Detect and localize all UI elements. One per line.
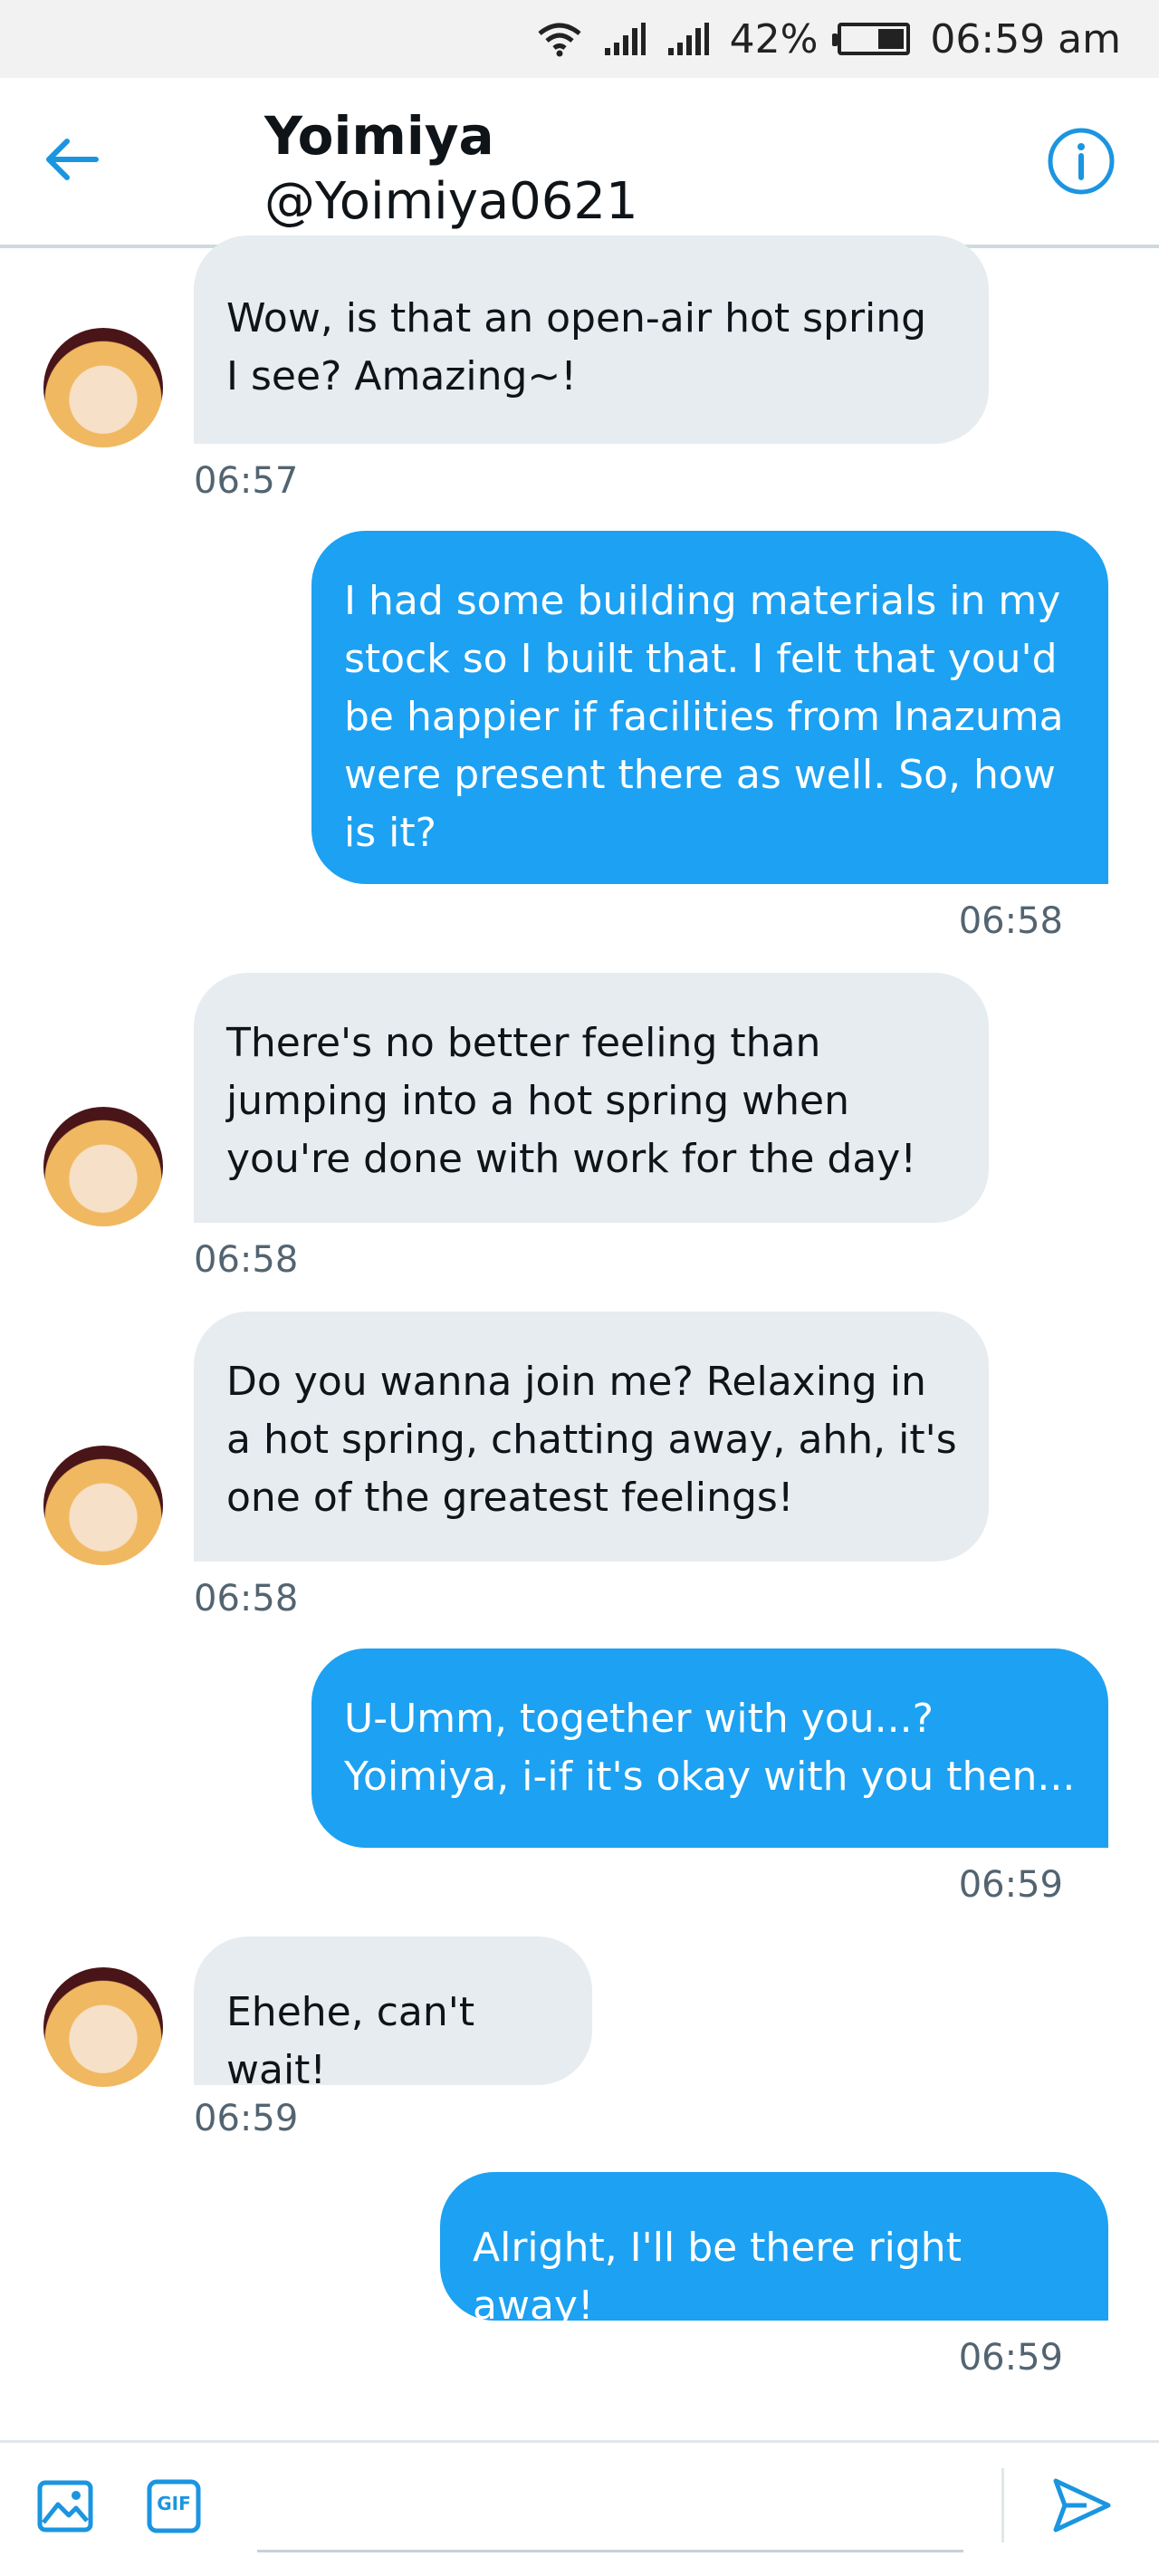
info-icon[interactable]: [1047, 127, 1116, 196]
message-time: 06:59: [958, 2337, 1063, 2379]
message-bubble: Wow, is that an open-air hot spring I se…: [194, 235, 989, 444]
message-line: Wow, is that an open-air hot spring: [226, 295, 927, 341]
cell-signal-icon-2: [666, 21, 710, 57]
message-line: There's no better feeling than: [226, 1020, 821, 1066]
status-bar: 42% 06:59 am: [0, 0, 1159, 78]
image-icon[interactable]: [36, 2477, 94, 2539]
send-icon[interactable]: [1050, 2474, 1114, 2541]
battery-percent: 42%: [729, 15, 819, 62]
message-bubble: Do you wanna join me? Relaxing in a hot …: [194, 1312, 989, 1562]
message-line: a hot spring, chatting away, ahh, it's: [226, 1417, 957, 1463]
message-line: Ehehe, can't wait!: [226, 1989, 475, 2093]
message-line: be happier if facilities from Inazuma: [344, 694, 1064, 740]
message-line: I see? Amazing~!: [226, 353, 577, 399]
message-line: is it?: [344, 810, 436, 856]
message-time: 06:58: [194, 1239, 299, 1281]
message-bubble: Ehehe, can't wait!: [194, 1937, 592, 2093]
status-time: 06:59 am: [930, 15, 1121, 62]
avatar[interactable]: [43, 328, 163, 447]
message-line: stock so I built that. I felt that you'd: [344, 636, 1058, 682]
message-bubble: There's no better feeling than jumping i…: [194, 973, 989, 1223]
cell-signal-icon: [603, 21, 647, 57]
gif-button[interactable]: GIF: [147, 2479, 201, 2537]
message-line: jumping into a hot spring when: [226, 1078, 849, 1124]
arrow-left-icon[interactable]: [36, 123, 109, 196]
message-bubble: Alright, I'll be there right away!: [440, 2172, 1108, 2329]
message-line: I had some building materials in my: [344, 578, 1061, 624]
conversation-name: Yoimiya: [264, 105, 494, 167]
message-bubble: I had some building materials in my stoc…: [311, 531, 1108, 884]
message-input[interactable]: [257, 2461, 963, 2552]
message-line: one of the greatest feelings!: [226, 1475, 794, 1521]
message-line: Do you wanna join me? Relaxing in: [226, 1359, 926, 1405]
battery-icon: [832, 23, 911, 55]
message-bubble: U-Umm, together with you...? Yoimiya, i-…: [311, 1648, 1108, 1848]
message-time: 06:59: [958, 1864, 1063, 1906]
gif-label: GIF: [157, 2493, 191, 2514]
message-line: Yoimiya, i-if it's okay with you then...: [344, 1754, 1076, 1800]
message-line: U-Umm, together with you...?: [344, 1696, 934, 1742]
avatar[interactable]: [43, 1107, 163, 1226]
message-time: 06:58: [194, 1578, 299, 1620]
wifi-icon: [536, 21, 583, 57]
message-line: you're done with work for the day!: [226, 1136, 916, 1182]
message-line: were present there as well. So, how: [344, 752, 1056, 798]
message-time: 06:57: [194, 460, 299, 502]
avatar[interactable]: [43, 1446, 163, 1565]
message-composer: GIF: [0, 2440, 1159, 2576]
avatar[interactable]: [43, 1967, 163, 2087]
message-time: 06:59: [194, 2098, 299, 2139]
composer-divider: [1001, 2468, 1004, 2542]
message-line: Alright, I'll be there right away!: [473, 2225, 962, 2329]
conversation-header: Yoimiya @Yoimiya0621: [0, 78, 1159, 248]
conversation-handle: @Yoimiya0621: [264, 172, 638, 231]
message-time: 06:58: [958, 900, 1063, 942]
